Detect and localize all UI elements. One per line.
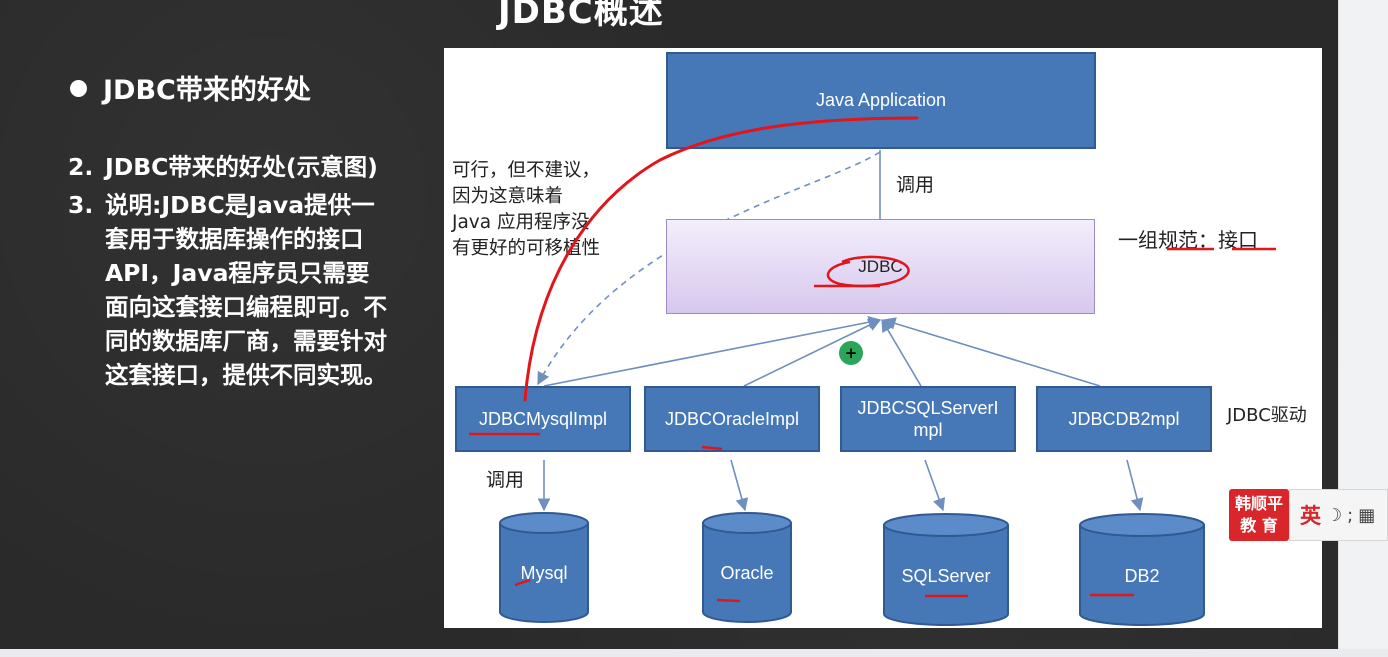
annotation-underline-oracle — [716, 598, 741, 603]
keyboard-icon[interactable]: ▦ — [1358, 505, 1375, 526]
logo-line-1: 韩顺平 — [1234, 494, 1283, 513]
logo-line-2: 教 育 — [1240, 516, 1278, 535]
logo-badge: 韩顺平 教 育 — [1229, 489, 1289, 541]
moon-icon[interactable]: ☽ — [1326, 505, 1342, 526]
ime-language-toggle[interactable]: 英 — [1300, 500, 1321, 530]
annotation-mark-oracle-impl — [701, 445, 723, 451]
ime-toolbar[interactable]: 英 ☽ ; ▦ — [1289, 489, 1388, 541]
punctuation-icon[interactable]: ; — [1347, 505, 1353, 526]
cursor-highlight-icon: + — [839, 341, 863, 365]
annotation-circle-jdbc — [826, 255, 910, 288]
red-annotations — [469, 116, 1276, 603]
annotation-mark-mysql — [514, 578, 531, 587]
